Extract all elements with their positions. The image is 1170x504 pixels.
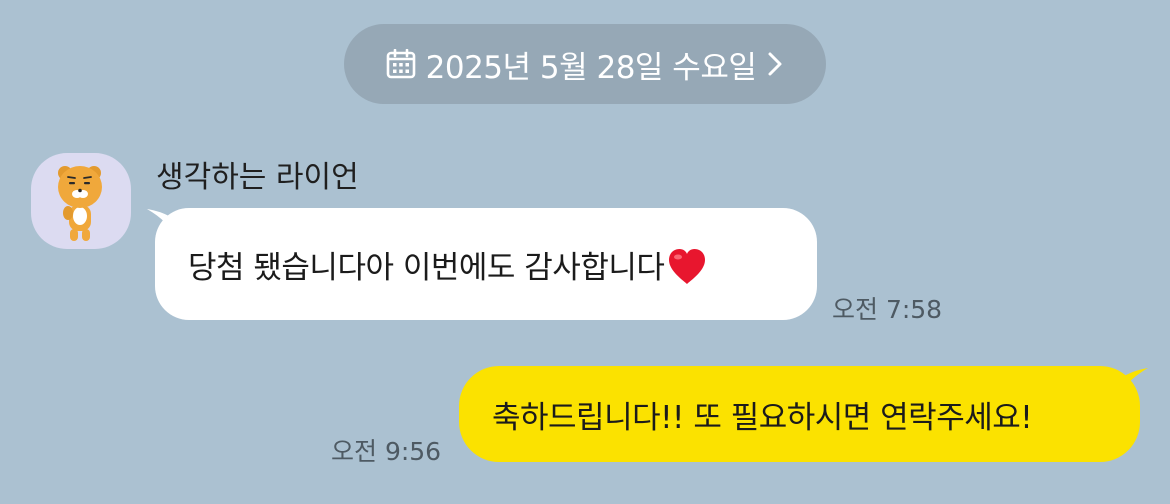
avatar[interactable] [31,153,131,249]
chevron-right-icon [766,51,784,77]
date-divider[interactable]: 2025년 5월 28일 수요일 [344,24,826,104]
message-text: 당첨 됐습니다아 이번에도 감사합니다 [188,242,708,287]
heart-icon [666,247,708,287]
lion-character-avatar [58,166,102,241]
message-timestamp: 오전 7:58 [832,295,943,324]
incoming-message-bubble[interactable]: 당첨 됐습니다아 이번에도 감사합니다 [155,208,817,320]
message-text: 축하드립니다!! 또 필요하시면 연락주세요! [492,399,1033,436]
sender-name: 생각하는 라이언 [156,160,359,195]
message-body: 당첨 됐습니다아 이번에도 감사합니다 [188,249,665,286]
date-label: 2025년 5월 28일 수요일 [425,49,757,86]
outgoing-message-bubble[interactable]: 축하드립니다!! 또 필요하시면 연락주세요! [459,366,1140,462]
calendar-icon [386,48,416,79]
message-timestamp: 오전 9:56 [331,437,442,466]
